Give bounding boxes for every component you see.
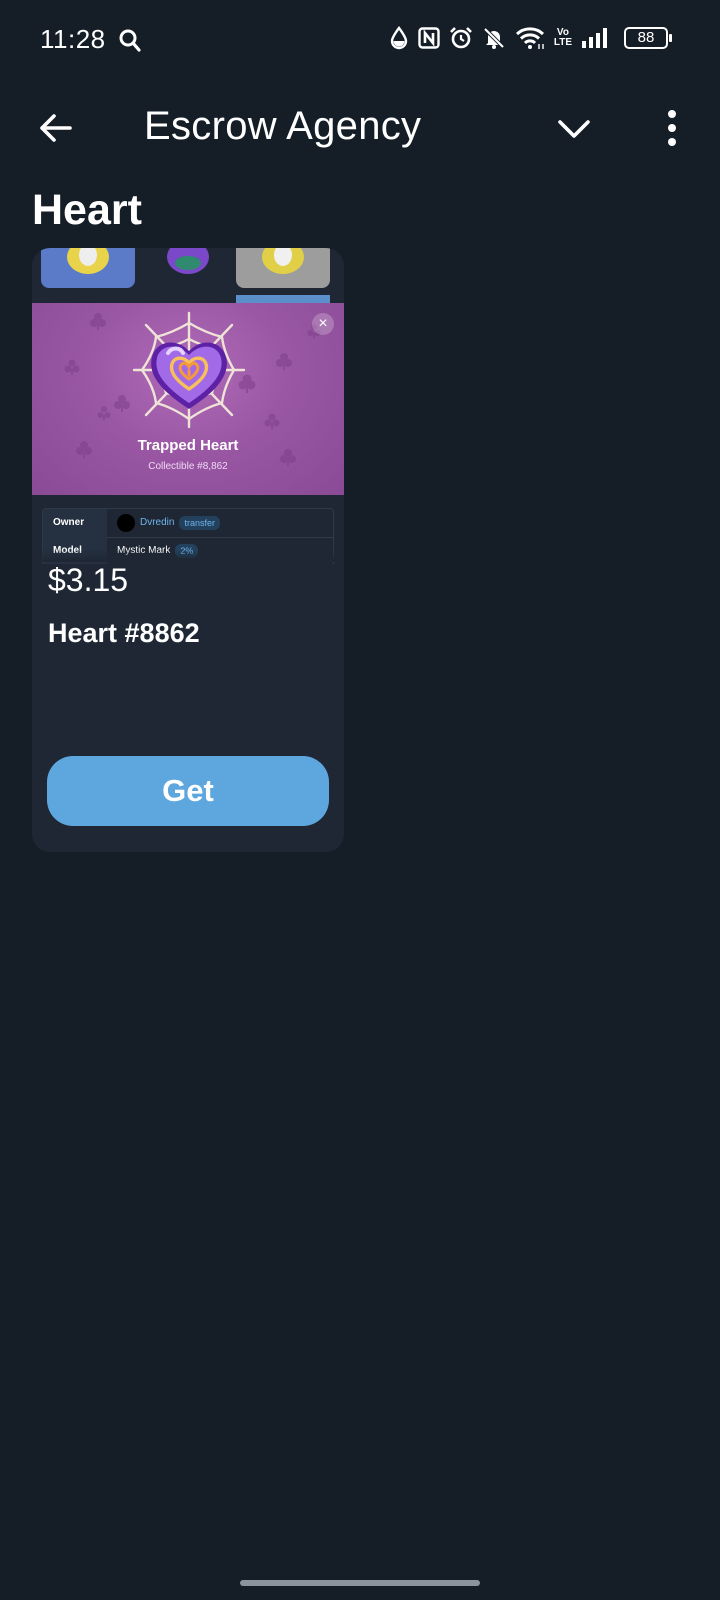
chevron-down-icon[interactable] (554, 108, 594, 148)
gift-preview: × Trapped Heart Collectible #8,862 (32, 303, 344, 495)
gift-thumbnail[interactable] (141, 248, 235, 288)
price: $3.15 (48, 562, 129, 598)
gift-subtitle: Collectible #8,862 (148, 461, 228, 472)
close-button[interactable]: × (312, 313, 334, 335)
gift-card: × Trapped Heart Collectible #8,862 Owner (32, 248, 344, 852)
gift-thumbnail[interactable] (41, 248, 135, 288)
search-icon (119, 29, 141, 52)
get-button[interactable]: Get (47, 756, 329, 826)
more-options-icon[interactable] (652, 106, 692, 150)
owner-link[interactable]: Dvredin (140, 509, 174, 537)
status-icons: Vo LTE 88 (389, 26, 672, 50)
heart-gift-image (132, 311, 246, 429)
gift-thumbnail[interactable] (236, 248, 330, 288)
table-row-owner: Owner Dvredin transfer (43, 509, 333, 538)
owner-value: Dvredin transfer (117, 509, 220, 537)
signal-icon (582, 28, 607, 48)
transfer-badge[interactable]: transfer (179, 516, 220, 530)
section-title: Heart (32, 186, 142, 234)
bell-off-icon (483, 27, 505, 49)
owner-label: Owner (43, 509, 107, 537)
back-arrow-icon[interactable] (36, 108, 76, 148)
volte-icon: Vo LTE (553, 27, 572, 48)
table-fade (32, 550, 344, 562)
gift-thumbnails-row (32, 248, 344, 303)
nfc-icon (418, 27, 440, 49)
data-saver-icon (390, 26, 408, 50)
avatar (117, 514, 135, 532)
home-indicator[interactable] (240, 1580, 480, 1586)
alarm-icon (449, 27, 472, 49)
wifi-icon (515, 27, 544, 49)
status-bar: 11:28 Vo LTE 88 (0, 0, 720, 84)
gift-name: Heart #8862 (48, 618, 200, 648)
battery-icon: 88 (624, 27, 672, 49)
app-bar: Escrow Agency (0, 84, 720, 174)
gift-title: Trapped Heart (137, 437, 239, 454)
app-title: Escrow Agency (144, 104, 422, 148)
status-time: 11:28 (40, 24, 106, 54)
